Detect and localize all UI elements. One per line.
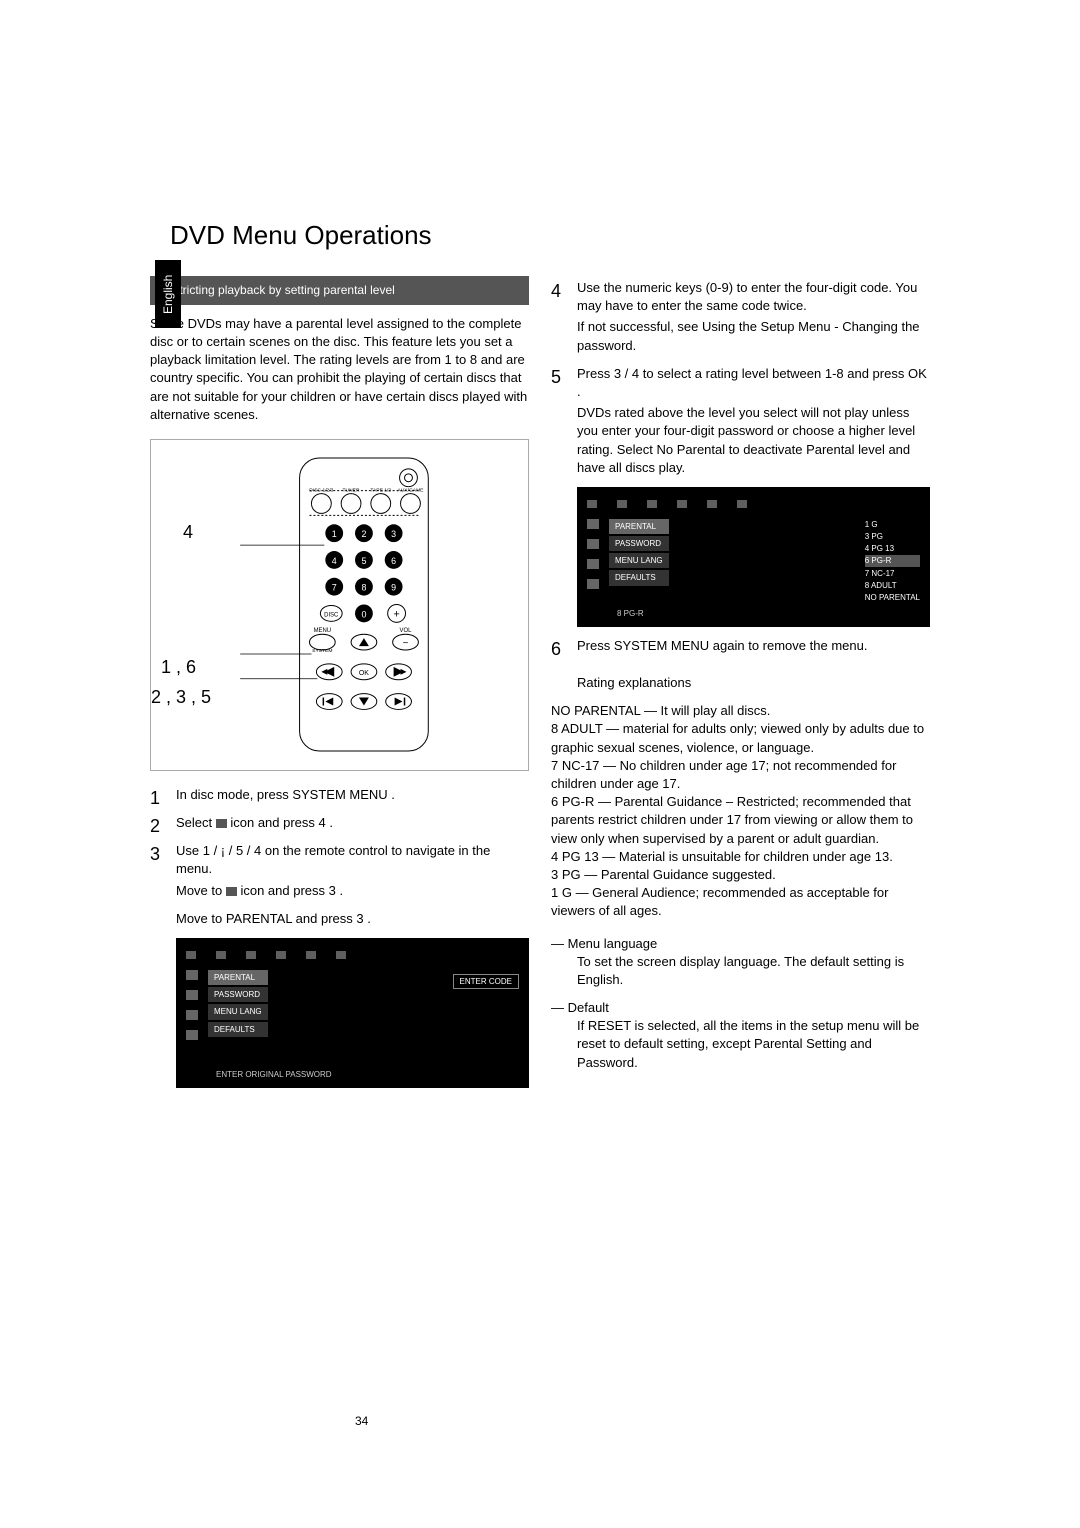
step-2: 2 Select icon and press 4 . [150,814,529,839]
setup-icon [216,819,227,828]
svg-text:TAPE 1/2: TAPE 1/2 [371,488,392,494]
step-num-1: 1 [150,786,168,811]
step-num-3: 3 [150,842,168,878]
osd-tab-icons-2 [587,497,920,511]
svg-text:7: 7 [332,583,337,593]
menu-lang-text: To set the screen display language. The … [577,953,930,989]
svg-text:1: 1 [332,530,337,540]
rating-1: 1 G — General Audience; recommended as a… [551,884,930,920]
callout-2-3-5: 2 , 3 , 5 [151,685,211,710]
manual-page: English DVD Menu Operations Restricting … [0,0,1080,1528]
osd-menu-list: PARENTAL PASSWORD MENU LANG DEFAULTS [208,970,268,1040]
svg-text:DISC 1/2/3: DISC 1/2/3 [310,488,334,494]
osd-menu-list-2: PARENTAL PASSWORD MENU LANG DEFAULTS [609,519,669,603]
rating-3: 3 PG — Parental Guidance suggested. [551,866,930,884]
step-6-text: Press SYSTEM MENU again to remove the me… [577,637,930,662]
rating-6: 6 PG-R — Parental Guidance – Restricted;… [551,793,930,848]
svg-text:8: 8 [362,583,367,593]
osd-screenshot-2: PARENTAL PASSWORD MENU LANG DEFAULTS 1 G… [577,487,930,627]
osd-rating-options: 1 G 3 PG 4 PG 13 6 PG-R 7 NC-17 8 ADULT … [865,519,920,603]
osd-item-menulang: MENU LANG [208,1004,268,1019]
step-num-2: 2 [150,814,168,839]
step-5-text: Press 3 / 4 to select a rating level bet… [577,365,930,401]
step-5: 5 Press 3 / 4 to select a rating level b… [551,365,930,401]
svg-text:5: 5 [362,556,367,566]
default-text: If RESET is selected, all the items in t… [577,1017,930,1072]
svg-text:2: 2 [362,530,367,540]
step-num-5: 5 [551,365,569,401]
step-1: 1 In disc mode, press SYSTEM MENU . [150,786,529,811]
osd-tab-icons [186,948,519,962]
step-3-text: Use 1 / ¡ / 5 / 4 on the remote control … [176,842,529,878]
page-title: DVD Menu Operations [170,220,930,251]
step-4: 4 Use the numeric keys (0-9) to enter th… [551,279,930,315]
svg-text:MENU: MENU [314,629,331,635]
osd2-item-password: PASSWORD [609,536,669,551]
callout-1-6: 1 , 6 [161,655,196,680]
rating-no-parental: NO PARENTAL — It will play all discs. [551,702,930,720]
osd2-item-menulang: MENU LANG [609,553,669,568]
callout-4: 4 [183,520,193,545]
step-3-sub2: Move to PARENTAL and press 3 . [176,910,529,928]
osd2-item-parental: PARENTAL [609,519,669,534]
right-column: 4 Use the numeric keys (0-9) to enter th… [551,276,930,1098]
step-num-4: 4 [551,279,569,315]
svg-text:0: 0 [362,610,367,620]
step-1-text: In disc mode, press SYSTEM MENU . [176,786,529,811]
svg-text:TUNER: TUNER [343,488,360,494]
rating-8: 8 ADULT — material for adults only; view… [551,720,930,756]
lock-icon [226,887,237,896]
osd-foot-1: ENTER ORIGINAL PASSWORD [216,1069,332,1080]
step-4-sub: If not successful, see Using the Setup M… [577,318,930,354]
step-5-sub: DVDs rated above the level you select wi… [577,404,930,477]
rating-4: 4 PG 13 — Material is unsuitable for chi… [551,848,930,866]
section-heading: Restricting playback by setting parental… [150,276,529,305]
osd-side-icons [186,970,198,1040]
svg-text:6: 6 [391,556,396,566]
page-number: 34 [355,1414,368,1428]
osd-foot-2: 8 PG-R [617,608,644,619]
osd-entercode: ENTER CODE [453,974,519,989]
remote-icon: DISC 1/2/3 TUNER TAPE 1/2 AUX/GAME 1 2 3… [211,456,467,753]
osd-item-defaults: DEFAULTS [208,1022,268,1037]
svg-text:+: + [394,609,400,621]
osd-screenshot-1: PARENTAL PASSWORD MENU LANG DEFAULTS ENT… [176,938,529,1088]
osd-item-password: PASSWORD [208,987,268,1002]
svg-text:VOL: VOL [400,629,413,635]
svg-text:−: − [403,639,409,650]
content-columns: Restricting playback by setting parental… [150,276,930,1098]
svg-text:4: 4 [332,556,337,566]
step-3: 3 Use 1 / ¡ / 5 / 4 on the remote contro… [150,842,529,878]
default-heading: — Default [551,999,930,1017]
svg-text:OK: OK [359,670,369,677]
svg-text:DISC: DISC [324,613,339,619]
left-column: Restricting playback by setting parental… [150,276,529,1098]
step-3-sub1: Move to icon and press 3 . [176,882,529,900]
step-6: 6 Press SYSTEM MENU again to remove the … [551,637,930,662]
intro-paragraph: Some DVDs may have a parental level assi… [150,315,529,424]
svg-text:9: 9 [391,583,396,593]
osd2-item-defaults: DEFAULTS [609,570,669,585]
menu-lang-heading: — Menu language [551,935,930,953]
step-2-text: Select icon and press 4 . [176,814,529,839]
svg-text:AUX/GAME: AUX/GAME [398,488,425,494]
svg-text:3: 3 [391,530,396,540]
language-tab: English [155,260,181,328]
ratings-heading: Rating explanations [577,674,930,692]
osd-side-icons-2 [587,519,599,603]
osd-item-parental: PARENTAL [208,970,268,985]
remote-figure: 4 1 , 6 2 , 3 , 5 DISC 1/2/3 TUNE [150,439,529,771]
step-num-6: 6 [551,637,569,662]
step-4-text: Use the numeric keys (0-9) to enter the … [577,279,930,315]
rating-7: 7 NC-17 — No children under age 17; not … [551,757,930,793]
